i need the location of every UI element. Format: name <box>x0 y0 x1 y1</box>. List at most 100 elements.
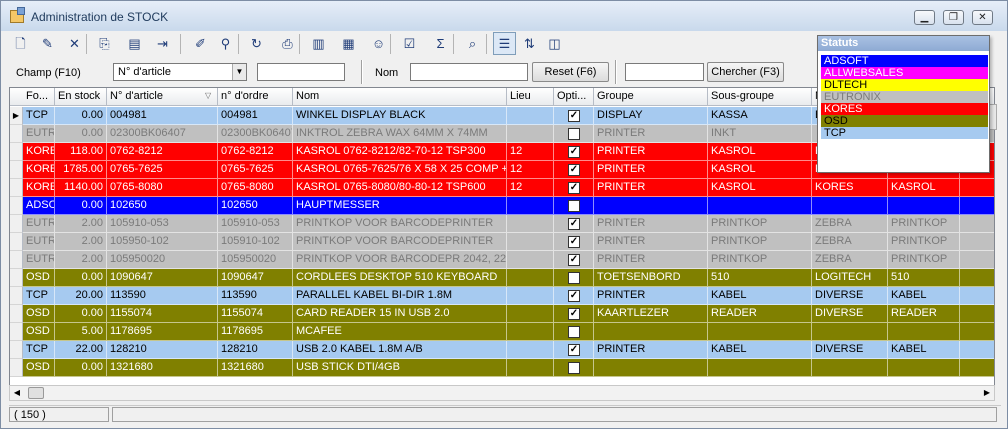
row-selector[interactable] <box>10 233 23 251</box>
option-checkbox[interactable] <box>568 200 580 212</box>
chevron-down-icon[interactable]: ▼ <box>232 64 246 80</box>
table-cell[interactable]: TCP <box>23 341 55 359</box>
table-cell[interactable]: CARD READER 15 IN USB 2.0 <box>293 305 507 323</box>
table-cell[interactable]: DIVERSE <box>812 305 888 323</box>
table-cell[interactable]: 0.00 <box>55 197 107 215</box>
option-checkbox[interactable] <box>568 128 580 140</box>
row-selector[interactable] <box>10 161 23 179</box>
table-row[interactable]: OSD 5.00 1178695 1178695 MCAFEE <box>10 323 994 341</box>
table-cell[interactable] <box>888 197 960 215</box>
option-cell[interactable]: ✓ <box>554 215 594 233</box>
table-cell[interactable]: USB 2.0 KABEL 1.8M A/B <box>293 341 507 359</box>
table-cell[interactable]: 0765-7625 <box>107 161 218 179</box>
table-cell[interactable]: KABEL <box>708 341 812 359</box>
table-cell[interactable]: KORE <box>23 143 55 161</box>
row-selector[interactable] <box>10 251 23 269</box>
table-cell[interactable]: MCAFEE <box>293 323 507 341</box>
table-cell[interactable]: TCP <box>23 107 55 125</box>
table-cell[interactable]: KABEL <box>888 341 960 359</box>
option-checkbox[interactable] <box>568 272 580 284</box>
table-cell[interactable]: 20.00 <box>55 287 107 305</box>
table-cell[interactable]: OSD <box>23 269 55 287</box>
table-cell[interactable]: DIVERSE <box>812 287 888 305</box>
table-cell[interactable]: 102650 <box>107 197 218 215</box>
option-checkbox[interactable]: ✓ <box>568 236 580 248</box>
option-checkbox[interactable]: ✓ <box>568 308 580 320</box>
checklist-button[interactable]: ☑ <box>398 32 421 55</box>
edit-button[interactable]: ✎ <box>36 32 59 55</box>
option-checkbox[interactable]: ✓ <box>568 290 580 302</box>
option-cell[interactable]: ✓ <box>554 287 594 305</box>
table-cell[interactable] <box>507 305 554 323</box>
delete-button[interactable]: ✕ <box>63 32 86 55</box>
current-row-icon[interactable]: ▶ <box>10 107 23 125</box>
table-cell[interactable]: WINKEL DISPLAY BLACK <box>293 107 507 125</box>
scrollbar-thumb[interactable] <box>28 387 44 399</box>
find-button[interactable]: Chercher (F3) <box>707 62 784 82</box>
table-cell[interactable] <box>888 323 960 341</box>
table-cell[interactable]: 2.00 <box>55 251 107 269</box>
table-cell[interactable]: PRINTKOP <box>708 233 812 251</box>
table-cell[interactable]: LOGITECH <box>812 269 888 287</box>
sum-button[interactable]: Σ <box>429 32 452 55</box>
table-cell[interactable]: 510 <box>888 269 960 287</box>
print-button[interactable]: ⎙ <box>276 32 299 55</box>
table-cell[interactable] <box>507 287 554 305</box>
table-cell[interactable]: 105950-102 <box>107 233 218 251</box>
table-cell[interactable]: 102650 <box>218 197 293 215</box>
option-checkbox[interactable]: ✓ <box>568 110 580 122</box>
option-cell[interactable]: ✓ <box>554 179 594 197</box>
row-selector[interactable] <box>10 269 23 287</box>
option-cell[interactable] <box>554 269 594 287</box>
close-button[interactable]: ✕ <box>972 10 993 25</box>
table-cell[interactable]: PRINTKOP <box>888 251 960 269</box>
table-cell[interactable]: 1321680 <box>107 359 218 377</box>
table-cell[interactable] <box>507 251 554 269</box>
table-cell[interactable]: KASROL <box>708 179 812 197</box>
column-header[interactable]: Groupe <box>594 88 708 106</box>
option-checkbox[interactable] <box>568 362 580 374</box>
table-cell[interactable]: 22.00 <box>55 341 107 359</box>
table-cell[interactable] <box>594 359 708 377</box>
table-cell[interactable]: ADSO <box>23 197 55 215</box>
table-cell[interactable]: EUTR <box>23 125 55 143</box>
row-selector[interactable] <box>10 179 23 197</box>
option-checkbox[interactable]: ✓ <box>568 164 580 176</box>
table-cell[interactable]: 1178695 <box>218 323 293 341</box>
list-view-button[interactable]: ☰ <box>493 32 516 55</box>
table-cell[interactable]: 113590 <box>218 287 293 305</box>
table-row[interactable]: KORE 1140.00 0765-8080 0765-8080 KASROL 0765… <box>10 179 994 197</box>
table-cell[interactable]: KASROL 0762-8212/82-70-12 TSP300 <box>293 143 507 161</box>
table-cell[interactable]: 0762-8212 <box>107 143 218 161</box>
table-cell[interactable] <box>708 197 812 215</box>
row-selector[interactable] <box>10 341 23 359</box>
row-selector[interactable] <box>10 125 23 143</box>
table-cell[interactable]: 0.00 <box>55 359 107 377</box>
table-cell[interactable]: 105910-102 <box>218 233 293 251</box>
table-cell[interactable]: 105910-053 <box>107 215 218 233</box>
table-cell[interactable]: KABEL <box>888 287 960 305</box>
table-cell[interactable]: KABEL <box>708 287 812 305</box>
table-cell[interactable]: 128210 <box>218 341 293 359</box>
table-cell[interactable]: 1090647 <box>107 269 218 287</box>
table-cell[interactable] <box>594 197 708 215</box>
table-cell[interactable]: 02300BK06407 <box>107 125 218 143</box>
column-header[interactable]: Nom <box>293 88 507 106</box>
option-checkbox[interactable]: ✓ <box>568 146 580 158</box>
table-cell[interactable]: 0762-8212 <box>218 143 293 161</box>
option-cell[interactable]: ✓ <box>554 161 594 179</box>
row-selector[interactable] <box>10 143 23 161</box>
table-cell[interactable] <box>812 323 888 341</box>
table-cell[interactable]: PRINTER <box>594 125 708 143</box>
binoculars-button[interactable]: ⚲ <box>214 32 237 55</box>
name-input[interactable] <box>410 63 528 81</box>
scroll-left-icon[interactable]: ◀ <box>11 387 23 399</box>
table-cell[interactable]: PRINTER <box>594 215 708 233</box>
table-cell[interactable]: KORES <box>812 179 888 197</box>
table-cell[interactable]: PRINTER <box>594 179 708 197</box>
option-cell[interactable]: ✓ <box>554 341 594 359</box>
table-cell[interactable]: ZEBRA <box>812 233 888 251</box>
option-cell[interactable] <box>554 125 594 143</box>
horizontal-scrollbar[interactable]: ◀ ▶ <box>9 385 995 401</box>
table-cell[interactable]: 105950020 <box>218 251 293 269</box>
